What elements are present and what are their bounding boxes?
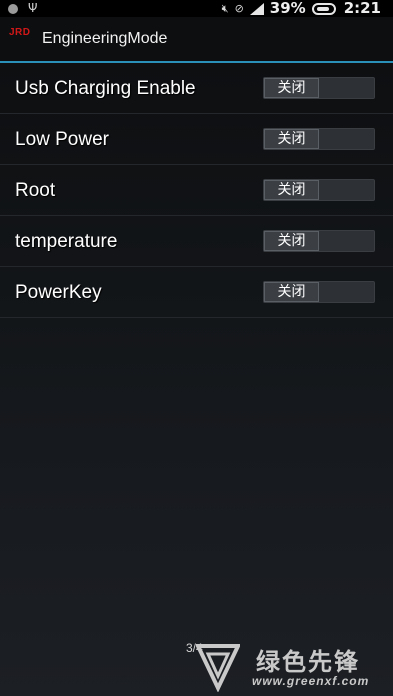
setting-label: temperature — [15, 231, 118, 252]
toggle-state-label: 关闭 — [264, 78, 319, 98]
temperature-toggle[interactable]: 关闭 — [263, 230, 375, 252]
app-logo: JRD — [9, 27, 31, 38]
toggle-state-label: 关闭 — [264, 282, 319, 302]
setting-label: Usb Charging Enable — [15, 78, 196, 99]
toggle-state-label: 关闭 — [264, 180, 319, 200]
notification-dot-icon — [8, 3, 18, 14]
mute-icon: 🔇︎ — [221, 2, 229, 15]
setting-label: PowerKey — [15, 282, 102, 303]
powerkey-toggle[interactable]: 关闭 — [263, 281, 375, 303]
signal-icon — [249, 2, 264, 15]
setting-label: Low Power — [15, 129, 109, 150]
page-title: EngineeringMode — [42, 30, 168, 47]
status-bar: Ψ 🔇︎ ⊘ 39% 2:21 — [0, 0, 393, 17]
toggle-state-label: 关闭 — [264, 231, 319, 251]
battery-percent: 39% — [269, 0, 306, 17]
setting-row-low-power[interactable]: Low Power 关闭 — [0, 114, 393, 165]
setting-row-powerkey[interactable]: PowerKey 关闭 — [0, 267, 393, 318]
settings-list: Usb Charging Enable 关闭 Low Power 关闭 Root… — [0, 63, 393, 318]
status-left-icons: Ψ — [8, 0, 37, 17]
status-right-icons: 🔇︎ ⊘ 39% 2:21 — [222, 0, 381, 17]
toggle-state-label: 关闭 — [264, 129, 319, 149]
no-signal-icon: ⊘ — [234, 2, 244, 15]
screen: Ψ 🔇︎ ⊘ 39% 2:21 JRD EngineeringMode Usb … — [0, 0, 393, 696]
watermark-url: www.greenxf.com — [252, 674, 370, 688]
setting-row-root[interactable]: Root 关闭 — [0, 165, 393, 216]
setting-label: Root — [15, 180, 56, 201]
status-clock: 2:21 — [343, 0, 381, 17]
setting-row-usb-charging[interactable]: Usb Charging Enable 关闭 — [0, 63, 393, 114]
watermark-chinese-text: 绿色先锋 — [256, 648, 360, 676]
usb-charging-toggle[interactable]: 关闭 — [263, 77, 375, 99]
watermark: 绿色先锋 www.greenxf.com — [196, 636, 393, 696]
watermark-logo-icon — [196, 644, 240, 692]
action-bar: JRD EngineeringMode — [0, 17, 393, 63]
low-power-toggle[interactable]: 关闭 — [263, 128, 375, 150]
root-toggle[interactable]: 关闭 — [263, 179, 375, 201]
setting-row-temperature[interactable]: temperature 关闭 — [0, 216, 393, 267]
battery-icon — [311, 2, 336, 15]
usb-icon: Ψ — [28, 1, 38, 15]
